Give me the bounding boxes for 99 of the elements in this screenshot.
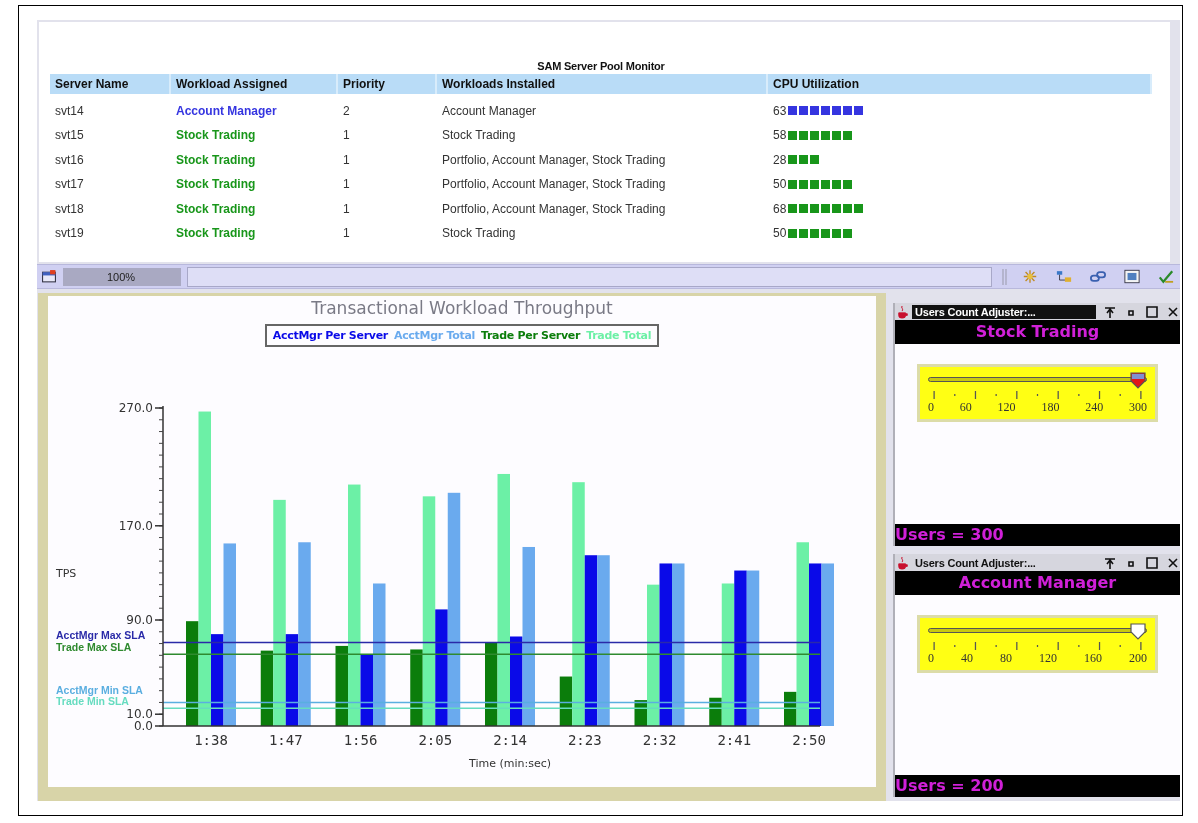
window-icon[interactable]: [41, 269, 57, 284]
y-tick-label: 10.0: [126, 707, 153, 722]
sla-label: AcctMgr Max SLA: [56, 629, 146, 642]
column-header: Workloads Installed: [437, 74, 768, 94]
toolbar-grip: [1002, 267, 1008, 286]
table-cell-text: 1: [342, 200, 351, 218]
legend-label: Trade Total: [586, 329, 652, 342]
table-cell-text: Stock Trading: [175, 200, 257, 218]
cpu-value: 50: [773, 177, 787, 192]
tick-label: 180: [1041, 400, 1060, 415]
table-cell-text: Account Manager: [175, 102, 278, 120]
x-tick-label: 1:38: [194, 732, 228, 748]
y-tick-label: 270.0: [118, 401, 153, 415]
close-icon[interactable]: [1166, 555, 1180, 570]
cpu-value: 58: [773, 128, 787, 143]
x-tick-label: 2:05: [418, 732, 453, 748]
table-cell-text: Stock Trading: [175, 225, 257, 243]
cpu-value: 28: [773, 152, 787, 167]
table-cell-text: svt16: [54, 151, 85, 169]
cup-icon: [897, 304, 909, 319]
table-cell-text: Account Manager: [441, 102, 538, 120]
slider[interactable]: [928, 371, 1147, 389]
table-cell-text: 1: [342, 176, 351, 194]
x-tick-label: 2:41: [717, 732, 752, 748]
pin-icon[interactable]: [1103, 304, 1117, 319]
column-header: Server Name: [50, 74, 171, 94]
picture-frame-icon[interactable]: [1124, 269, 1140, 284]
cpu-value: 68: [773, 201, 787, 216]
y-tick-label: 170.0: [118, 518, 153, 533]
table-cell-text: Stock Trading: [441, 225, 517, 243]
y-tick-label: 90.0: [126, 613, 153, 627]
cpu-value: 63: [773, 103, 787, 118]
users-readout: Users = 200: [895, 775, 1180, 797]
sla-label: AcctMgr Min SLA: [56, 684, 143, 697]
table-cell-text: Stock Trading: [175, 176, 257, 194]
chart-title: Transactional Workload Throughput: [311, 298, 613, 318]
table-cell-text: Stock Trading: [441, 127, 517, 145]
tick-label: 40: [961, 651, 973, 666]
table-cell-text: svt19: [54, 225, 85, 243]
table-cell-text: Stock Trading: [175, 151, 257, 169]
users-readout: Users = 300: [895, 524, 1180, 546]
slider-thumb[interactable]: [1129, 622, 1147, 640]
x-tick-label: 1:47: [268, 732, 303, 748]
chain-link-icon[interactable]: [1090, 269, 1106, 284]
maximize-icon[interactable]: [1145, 555, 1159, 570]
table-cell-text: svt15: [54, 127, 85, 145]
table-cell-text: svt18: [54, 200, 85, 218]
window-title: Users Count Adjuster:...: [912, 304, 1096, 319]
window-heading: Account Manager: [895, 571, 1180, 595]
column-header: Workload Assigned: [171, 74, 338, 94]
slider-thumb[interactable]: [1129, 371, 1147, 389]
table-cell-text: 1: [342, 127, 351, 145]
tick-label: 80: [1000, 651, 1012, 666]
table-cell-text: svt14: [54, 102, 85, 120]
window-title: Users Count Adjuster:...: [914, 555, 1037, 570]
slider[interactable]: [928, 622, 1147, 640]
table-cell-text: 1: [342, 151, 351, 169]
y-tick-label: 0.0: [133, 719, 153, 733]
table-cell-text: 2: [342, 102, 351, 120]
legend-label: AcctMgr Per Server: [272, 329, 388, 342]
panel-title: SAM Server Pool Monitor: [536, 60, 666, 73]
sla-label: Trade Max SLA: [56, 641, 132, 654]
tick-label: 120: [997, 400, 1016, 415]
hierarchy-icon[interactable]: [1056, 269, 1072, 284]
table-cell-text: Portfolio, Account Manager, Stock Trading: [441, 151, 667, 169]
table-cell-text: Portfolio, Account Manager, Stock Trading: [441, 200, 667, 218]
table-cell-text: svt17: [54, 176, 85, 194]
window-heading: Stock Trading: [895, 320, 1180, 344]
checkmark-icon[interactable]: [1158, 269, 1174, 284]
axis-label: Time (min:sec): [469, 757, 551, 770]
cup-icon: [897, 555, 909, 570]
tick-label: 0: [928, 400, 934, 415]
close-icon[interactable]: [1166, 304, 1180, 319]
tick-label: 160: [1084, 651, 1102, 666]
input-field[interactable]: [187, 266, 992, 287]
x-tick-label: 2:14: [493, 732, 527, 748]
tick-label: 60: [959, 400, 972, 415]
legend-label: AcctMgr Total: [393, 329, 475, 342]
tick-label: 300: [1129, 400, 1147, 415]
column-header: Priority: [338, 74, 437, 94]
tick-label: 200: [1129, 651, 1147, 666]
cpu-value: 50: [773, 226, 787, 241]
axis-label: TPS: [56, 567, 77, 580]
tick-label: 120: [1039, 651, 1057, 666]
tick-label: 0: [928, 651, 934, 666]
table-cell-text: 1: [342, 225, 351, 243]
column-header: CPU Utilization: [768, 74, 1152, 94]
zoom-level: 100%: [63, 267, 181, 286]
x-tick-label: 2:32: [642, 732, 677, 748]
table-cell-text: Stock Trading: [175, 127, 257, 145]
sla-label: Trade Min SLA: [56, 695, 129, 708]
x-tick-label: 2:23: [567, 732, 602, 748]
legend-label: Trade Per Server: [481, 329, 581, 342]
x-tick-label: 2:50: [792, 732, 826, 748]
maximize-icon[interactable]: [1145, 304, 1159, 319]
pin-icon[interactable]: [1103, 555, 1117, 570]
x-tick-label: 1:56: [343, 732, 378, 748]
tick-label: 240: [1085, 400, 1104, 415]
table-cell-text: Portfolio, Account Manager, Stock Trading: [441, 176, 667, 194]
